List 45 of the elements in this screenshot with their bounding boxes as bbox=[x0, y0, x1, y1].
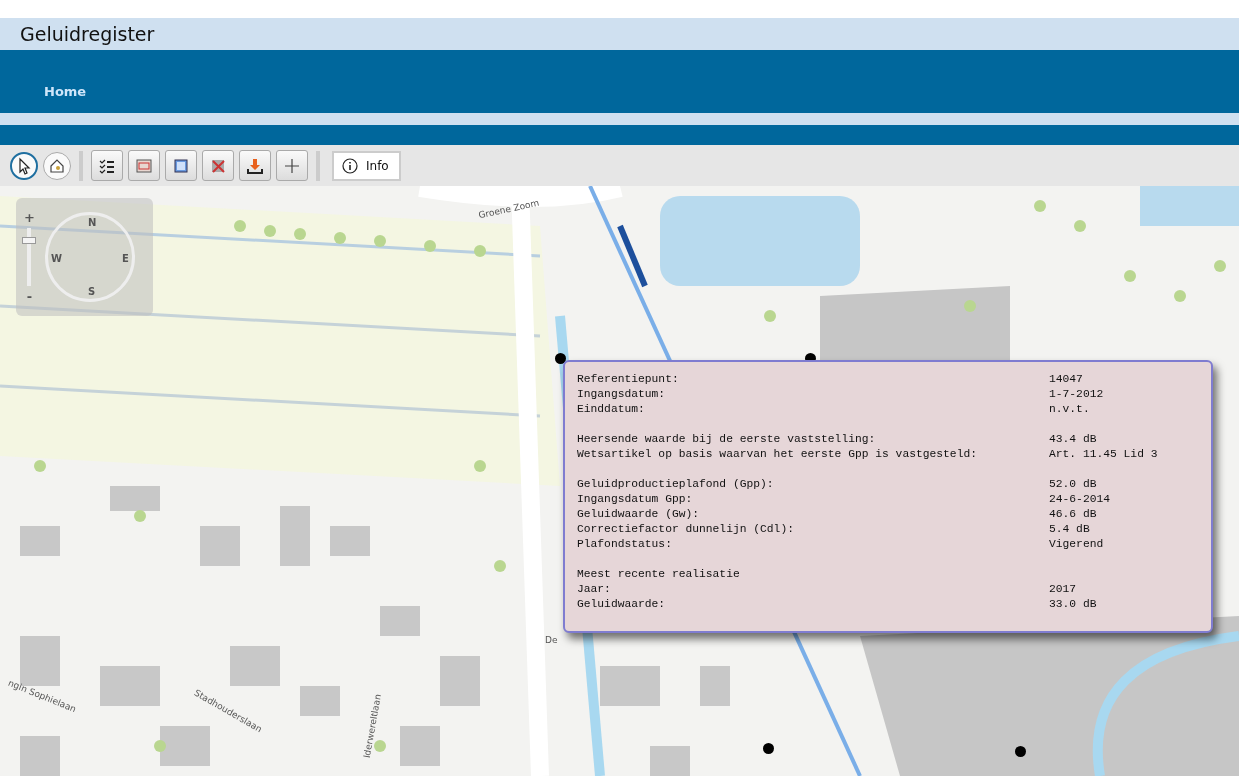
field-value: 46.6 dB bbox=[1049, 507, 1097, 522]
field-label: Correctiefactor dunnelijn (Cdl): bbox=[577, 522, 795, 537]
field-value: 2017 bbox=[1049, 582, 1077, 597]
info-button[interactable]: Info bbox=[332, 150, 401, 181]
zoom-in-button[interactable]: + bbox=[24, 211, 35, 224]
info-icon bbox=[340, 155, 360, 176]
field-label: Meest recente realisatie bbox=[577, 567, 741, 582]
field-label: Wetsartikel op basis waarvan het eerste Gpp is vastgesteld: bbox=[577, 447, 978, 462]
map-point[interactable] bbox=[555, 353, 566, 364]
app-title: Geluidregister bbox=[20, 23, 155, 45]
field-label: Geluidproductieplafond (Gpp): bbox=[577, 477, 775, 492]
zoom-slider-thumb[interactable] bbox=[22, 236, 37, 244]
tool-button[interactable] bbox=[10, 151, 38, 180]
east-label: E bbox=[122, 253, 129, 264]
field-value: 52.0 dB bbox=[1049, 477, 1097, 492]
tool-button[interactable] bbox=[91, 150, 123, 181]
street-label: De bbox=[545, 635, 558, 645]
field-value: Vigerend bbox=[1049, 537, 1104, 552]
street-label: Groene Zoom bbox=[477, 197, 540, 221]
field-label: Referentiepunt: bbox=[577, 372, 680, 387]
field-value: n.v.t. bbox=[1049, 402, 1090, 417]
tool-button[interactable] bbox=[239, 150, 271, 181]
nav-link[interactable]: Home bbox=[44, 82, 87, 101]
field-value: Art. 11.45 Lid 3 bbox=[1049, 447, 1158, 462]
map-point[interactable] bbox=[763, 743, 774, 754]
compass-ring[interactable]: N E S W bbox=[44, 212, 135, 302]
north-label: N bbox=[87, 217, 97, 228]
field-value: 1-7-2012 bbox=[1049, 387, 1104, 402]
zoom-out-button[interactable]: - bbox=[26, 290, 33, 303]
field-value: 33.0 dB bbox=[1049, 597, 1097, 612]
south-label: S bbox=[87, 286, 96, 297]
field-label: Plafondstatus: bbox=[577, 537, 673, 552]
field-label: Ingangsdatum Gpp: bbox=[577, 492, 694, 507]
field-label: Heersende waarde bij de eerste vaststelling: bbox=[577, 432, 877, 447]
field-value: 24-6-2014 bbox=[1049, 492, 1110, 507]
field-label: Einddatum: bbox=[577, 402, 646, 417]
field-value: 14047 bbox=[1049, 372, 1083, 387]
field-value: 5.4 dB bbox=[1049, 522, 1090, 537]
west-label: W bbox=[50, 253, 62, 264]
field-label: Geluidwaarde: bbox=[577, 597, 667, 612]
field-label: Ingangsdatum: bbox=[577, 387, 667, 402]
field-label: Jaar: bbox=[577, 582, 612, 597]
field-label: Geluidwaarde (Gw): bbox=[577, 507, 701, 522]
map-point[interactable] bbox=[1015, 746, 1026, 757]
field-value: 43.4 dB bbox=[1049, 432, 1097, 447]
